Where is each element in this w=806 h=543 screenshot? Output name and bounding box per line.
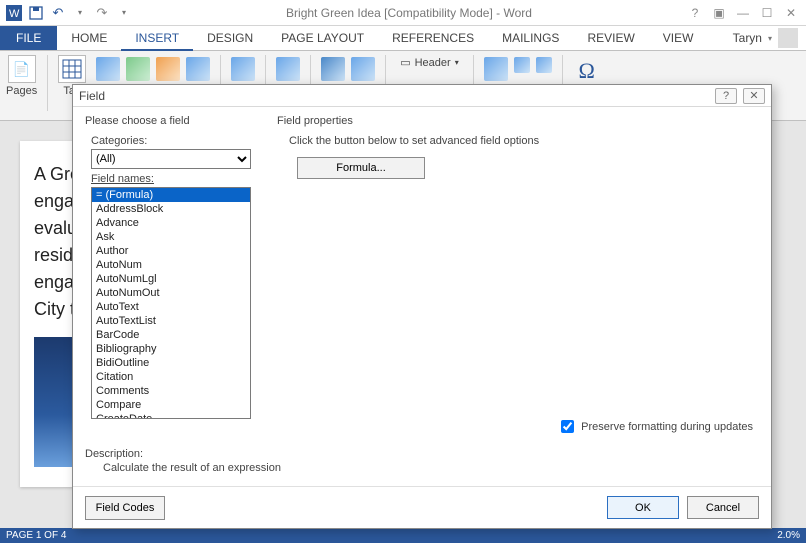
status-zoom[interactable]: 2.0% <box>777 530 800 541</box>
field-name-item[interactable]: Compare <box>92 398 250 412</box>
apps-icon[interactable] <box>231 57 255 81</box>
save-icon[interactable] <box>28 5 44 21</box>
qat-customize-icon[interactable]: ▾ <box>116 5 132 21</box>
fieldnames-label: Field names: <box>91 173 261 185</box>
categories-select[interactable]: (All) <box>91 149 251 169</box>
tab-design[interactable]: DESIGN <box>193 26 267 50</box>
hyperlink-icon[interactable] <box>321 57 345 81</box>
tab-review[interactable]: REVIEW <box>573 26 648 50</box>
field-name-item[interactable]: AutoNumLgl <box>92 272 250 286</box>
categories-label: Categories: <box>91 135 261 147</box>
field-name-item[interactable]: Comments <box>92 384 250 398</box>
minimize-icon[interactable]: — <box>734 6 752 20</box>
field-name-item[interactable]: AutoNumOut <box>92 286 250 300</box>
pictures-icon[interactable] <box>96 57 120 81</box>
dialog-help-button[interactable]: ? <box>715 88 737 104</box>
field-name-item[interactable]: Bibliography <box>92 342 250 356</box>
shapes-icon[interactable] <box>156 57 180 81</box>
field-codes-button[interactable]: Field Codes <box>85 496 165 520</box>
dialog-title-bar: Field ? ✕ <box>73 85 771 107</box>
wordart-icon[interactable] <box>536 57 552 73</box>
window-controls: ? ▣ — ☐ ✕ <box>686 6 800 20</box>
field-names-listbox[interactable]: = (Formula)AddressBlockAdvanceAskAuthorA… <box>91 187 251 419</box>
field-dialog: Field ? ✕ Please choose a field Categori… <box>72 84 772 529</box>
online-pictures-icon[interactable] <box>126 57 150 81</box>
dialog-close-button[interactable]: ✕ <box>743 88 765 104</box>
description-label: Description: <box>85 448 281 460</box>
ok-button[interactable]: OK <box>607 496 679 519</box>
tab-insert[interactable]: INSERT <box>121 26 193 51</box>
dialog-title: Field <box>79 89 715 103</box>
avatar <box>778 28 798 48</box>
maximize-icon[interactable]: ☐ <box>758 6 776 20</box>
quick-access-toolbar: W ↶ ▾ ↷ ▾ <box>6 5 132 21</box>
user-name-label: Taryn <box>733 31 762 45</box>
pages-icon: 📄 <box>8 55 36 83</box>
tab-page-layout[interactable]: PAGE LAYOUT <box>267 26 378 50</box>
field-name-item[interactable]: = (Formula) <box>92 188 250 202</box>
bookmark-icon[interactable] <box>351 57 375 81</box>
description-text: Calculate the result of an expression <box>103 462 281 474</box>
redo-icon[interactable]: ↷ <box>94 5 110 21</box>
status-page[interactable]: PAGE 1 OF 4 <box>6 530 66 541</box>
description-block: Description: Calculate the result of an … <box>85 448 281 474</box>
account-user[interactable]: Taryn ▾ <box>733 26 806 50</box>
header-icon: ▭ <box>400 56 410 69</box>
window-title: Bright Green Idea [Compatibility Mode] -… <box>132 6 686 20</box>
svg-text:W: W <box>9 8 20 20</box>
choose-field-label: Please choose a field <box>85 115 261 127</box>
word-app-icon: W <box>6 5 22 21</box>
field-name-item[interactable]: BarCode <box>92 328 250 342</box>
field-name-item[interactable]: AddressBlock <box>92 202 250 216</box>
field-name-item[interactable]: Citation <box>92 370 250 384</box>
text-box-icon[interactable] <box>484 57 508 81</box>
field-name-item[interactable]: Author <box>92 244 250 258</box>
symbol-omega-icon[interactable]: Ω <box>573 57 601 85</box>
tab-file[interactable]: FILE <box>0 26 57 50</box>
table-icon <box>58 55 86 83</box>
status-bar: PAGE 1 OF 4 2.0% <box>0 528 806 543</box>
field-name-item[interactable]: AutoNum <box>92 258 250 272</box>
field-instruction: Click the button below to set advanced f… <box>289 135 759 147</box>
field-name-item[interactable]: AutoTextList <box>92 314 250 328</box>
field-properties-label: Field properties <box>277 115 759 127</box>
field-name-item[interactable]: Ask <box>92 230 250 244</box>
online-video-icon[interactable] <box>276 57 300 81</box>
preserve-checkbox-input[interactable] <box>561 420 574 433</box>
formula-button[interactable]: Formula... <box>297 157 425 179</box>
tab-home[interactable]: HOME <box>57 26 121 50</box>
tab-mailings[interactable]: MAILINGS <box>488 26 573 50</box>
cancel-button[interactable]: Cancel <box>687 496 759 519</box>
help-icon[interactable]: ? <box>686 6 704 20</box>
tab-references[interactable]: REFERENCES <box>378 26 488 50</box>
field-name-item[interactable]: BidiOutline <box>92 356 250 370</box>
smartart-icon[interactable] <box>186 57 210 81</box>
tab-view[interactable]: VIEW <box>649 26 708 50</box>
close-icon[interactable]: ✕ <box>782 6 800 20</box>
undo-dropdown-icon[interactable]: ▾ <box>72 5 88 21</box>
pages-group[interactable]: 📄 Pages <box>6 55 37 97</box>
preserve-formatting-checkbox[interactable]: Preserve formatting during updates <box>557 417 753 436</box>
undo-icon[interactable]: ↶ <box>50 5 66 21</box>
header-button[interactable]: ▭ Header ▾ <box>396 55 463 70</box>
quick-parts-icon[interactable] <box>514 57 530 73</box>
title-bar: W ↶ ▾ ↷ ▾ Bright Green Idea [Compatibili… <box>0 0 806 26</box>
field-name-item[interactable]: CreateDate <box>92 412 250 419</box>
field-name-item[interactable]: Advance <box>92 216 250 230</box>
ribbon-display-icon[interactable]: ▣ <box>710 6 728 20</box>
field-name-item[interactable]: AutoText <box>92 300 250 314</box>
ribbon-tabs: FILE HOME INSERT DESIGN PAGE LAYOUT REFE… <box>0 26 806 51</box>
